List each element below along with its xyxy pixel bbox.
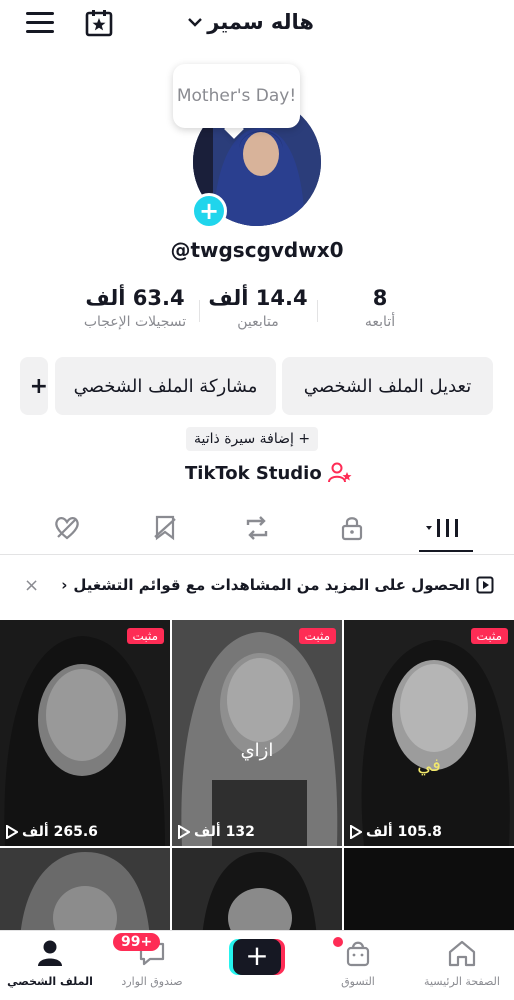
top-bar: هاله سمير [0,0,514,50]
view-count-text: 105.8 ألف [366,824,442,840]
chevron-left-icon: ‹ [61,576,68,594]
tab-liked[interactable] [52,513,82,543]
person-star-icon [327,462,352,483]
view-count-text: 132 ألف [194,824,255,840]
following-label: أتابعه [364,314,396,330]
nav-profile[interactable]: الملف الشخصي [0,939,100,988]
nav-profile-label: الملف الشخصي [7,975,93,988]
add-photo-button[interactable]: + [191,193,227,229]
nav-home-label: الصفحة الرئيسية [424,975,500,988]
pinned-badge: مثبت [470,628,508,644]
video-thumbnail [0,848,170,930]
view-count: 105.8 ألف [350,824,442,840]
banner-text: الحصول على المزيد من المشاهدات مع قوائم … [73,576,470,594]
playlist-icon [476,576,494,594]
profile-icon [38,940,62,966]
tiktok-studio-label: TikTok Studio [185,462,322,484]
video-caption: في [417,755,441,776]
tab-videos[interactable] [425,513,465,543]
followers-stat[interactable]: 14.4 ألف متابعين [203,286,313,330]
likes-count: 63.4 ألف [85,286,185,310]
view-count: 132 ألف [178,824,255,840]
video-thumbnail [172,848,342,930]
heart-hidden-icon [55,517,79,540]
edit-profile-button[interactable]: تعديل الملف الشخصي [282,357,493,415]
status-bubble[interactable]: Mother's Day! [173,64,300,128]
view-count: 265.6 ألف [6,824,98,840]
profile-tabs [0,505,514,553]
close-icon[interactable]: × [24,575,39,596]
view-count-text: 265.6 ألف [22,824,98,840]
tab-private[interactable] [337,513,367,543]
tab-reposts[interactable] [242,513,272,543]
share-profile-button[interactable]: مشاركة الملف الشخصي [55,357,276,415]
likes-stat[interactable]: 63.4 ألف تسجيلات الإعجاب [70,286,200,330]
username-title: هاله سمير [207,10,314,34]
following-stat[interactable]: 8 أتابعه [345,286,415,330]
inbox-count-badge: 99+ [113,933,161,951]
video-caption: ازاي [240,740,274,761]
video-tile[interactable] [172,848,342,930]
video-tile[interactable] [0,848,170,930]
nav-inbox-label: صندوق الوارد [121,975,183,988]
pinned-badge: مثبت [298,628,336,644]
following-count: 8 [372,286,388,310]
video-thumbnail [0,620,170,846]
home-icon [448,940,476,967]
shopping-bag-icon [346,941,370,967]
bottom-nav: الصفحة الرئيسية التسوق + صندوق الوارد ال… [0,930,514,1000]
plus-icon: + [233,939,281,975]
nav-home[interactable]: الصفحة الرئيسية [412,939,512,988]
hamburger-menu-icon[interactable] [26,12,54,36]
bookmark-hidden-icon [154,515,176,541]
playlist-banner[interactable]: × الحصول على المزيد من المشاهدات مع قوائ… [0,566,514,606]
play-icon [350,825,362,839]
nav-shop[interactable]: التسوق [308,939,408,988]
video-thumbnail [172,620,342,846]
notification-dot [333,937,343,947]
active-tab-indicator [419,550,473,552]
followers-label: متابعين [237,314,279,330]
chevron-down-icon [188,18,203,27]
video-tile[interactable]: مثبت في 105.8 ألف [344,620,514,846]
grid-icon [426,519,458,537]
divider [0,554,514,555]
tab-favorites[interactable] [150,513,180,543]
tiktok-studio-link[interactable]: TikTok Studio [185,462,352,484]
video-grid: مثبت في 105.8 ألف مثبت ازاي 132 ألف مثبت… [0,620,514,930]
account-switcher[interactable]: هاله سمير [187,10,314,34]
lock-icon [341,517,363,541]
followers-count: 14.4 ألف [208,286,308,310]
pinned-badge: مثبت [126,628,164,644]
profile-handle: @twgscgvdwx0 [170,238,344,262]
play-icon [6,825,18,839]
video-tile[interactable]: مثبت ازاي 132 ألف [172,620,342,846]
banner-content[interactable]: الحصول على المزيد من المشاهدات مع قوائم … [61,576,494,594]
video-thumbnail [344,620,514,846]
repost-icon [246,516,268,540]
stat-divider [317,300,318,322]
add-bio-button[interactable]: + إضافة سيرة ذاتية [186,427,319,451]
video-tile[interactable] [344,848,514,930]
nav-shop-label: التسوق [341,975,375,988]
add-friend-button[interactable]: + [20,357,48,415]
video-tile[interactable]: مثبت 265.6 ألف [0,620,170,846]
play-icon [178,825,190,839]
likes-label: تسجيلات الإعجاب [83,314,187,330]
create-button[interactable]: + [229,939,285,975]
calendar-star-icon[interactable] [84,8,114,38]
